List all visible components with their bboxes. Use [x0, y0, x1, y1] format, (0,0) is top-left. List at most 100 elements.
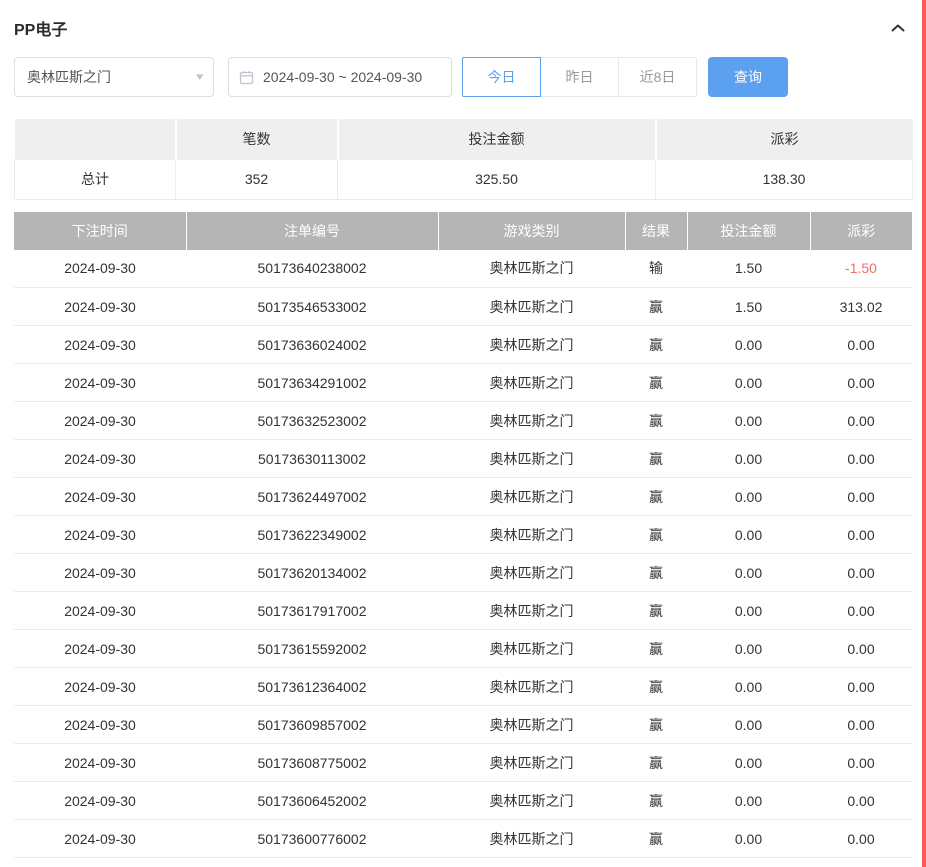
date-cell: 2024-09-30 — [14, 668, 186, 706]
summary-header-count: 笔数 — [176, 119, 338, 159]
summary-payout-value: 138.30 — [656, 159, 913, 199]
date-cell: 2024-09-30 — [14, 592, 186, 630]
game-cell: 奥林匹斯之门 — [438, 668, 625, 706]
game-cell: 奥林匹斯之门 — [438, 782, 625, 820]
order-id-cell: 50173617917002 — [186, 592, 438, 630]
order-id-cell: 50173615592002 — [186, 630, 438, 668]
payout-cell: -1.50 — [810, 250, 912, 288]
order-id-cell: 50173636024002 — [186, 326, 438, 364]
order-id-cell: 50173606452002 — [186, 782, 438, 820]
calendar-icon — [239, 70, 254, 85]
order-id-cell: 50173612364002 — [186, 668, 438, 706]
date-cell: 2024-09-30 — [14, 326, 186, 364]
bet-cell: 0.00 — [687, 478, 810, 516]
payout-cell: 0.00 — [810, 440, 912, 478]
pp-games-panel: PP电子 奥林匹斯之门 ▾ 2024-09-30 ~ — [0, 0, 926, 858]
bet-cell: 0.00 — [687, 592, 810, 630]
order-id-cell: 50173608775002 — [186, 744, 438, 782]
chevron-down-icon: ▾ — [196, 72, 204, 83]
quick-date-button-group: 今日 昨日 近8日 — [462, 57, 697, 97]
game-cell: 奥林匹斯之门 — [438, 288, 625, 326]
game-cell: 奥林匹斯之门 — [438, 744, 625, 782]
result-cell: 赢 — [625, 630, 687, 668]
bet-cell: 0.00 — [687, 782, 810, 820]
result-cell: 赢 — [625, 478, 687, 516]
order-id-cell: 50173546533002 — [186, 288, 438, 326]
summary-header-row: 笔数 投注金额 派彩 — [15, 119, 913, 159]
bet-cell: 0.00 — [687, 402, 810, 440]
bet-cell: 0.00 — [687, 668, 810, 706]
result-cell: 赢 — [625, 820, 687, 858]
result-cell: 赢 — [625, 288, 687, 326]
result-cell: 输 — [625, 250, 687, 288]
payout-cell: 0.00 — [810, 668, 912, 706]
bet-table-header-row: 下注时间 注单编号 游戏类别 结果 投注金额 派彩 — [14, 212, 912, 250]
game-select[interactable]: 奥林匹斯之门 ▾ — [14, 57, 214, 97]
order-id-cell: 50173630113002 — [186, 440, 438, 478]
table-row: 2024-09-3050173620134002奥林匹斯之门赢0.000.00 — [14, 554, 912, 592]
payout-cell: 0.00 — [810, 554, 912, 592]
game-select-value: 奥林匹斯之门 — [27, 67, 111, 87]
result-cell: 赢 — [625, 326, 687, 364]
result-cell: 赢 — [625, 592, 687, 630]
game-cell: 奥林匹斯之门 — [438, 820, 625, 858]
last-8-days-button[interactable]: 近8日 — [618, 57, 697, 97]
date-cell: 2024-09-30 — [14, 782, 186, 820]
result-cell: 赢 — [625, 402, 687, 440]
result-cell: 赢 — [625, 744, 687, 782]
bet-records-table: 下注时间 注单编号 游戏类别 结果 投注金额 派彩 2024-09-305017… — [14, 212, 912, 859]
payout-cell: 0.00 — [810, 592, 912, 630]
header-result: 结果 — [625, 212, 687, 250]
table-row: 2024-09-3050173630113002奥林匹斯之门赢0.000.00 — [14, 440, 912, 478]
search-button[interactable]: 查询 — [708, 57, 788, 97]
date-cell: 2024-09-30 — [14, 250, 186, 288]
game-cell: 奥林匹斯之门 — [438, 592, 625, 630]
table-row: 2024-09-3050173634291002奥林匹斯之门赢0.000.00 — [14, 364, 912, 402]
header-game-category: 游戏类别 — [438, 212, 625, 250]
date-cell: 2024-09-30 — [14, 554, 186, 592]
date-cell: 2024-09-30 — [14, 288, 186, 326]
game-cell: 奥林匹斯之门 — [438, 402, 625, 440]
bet-table-body: 2024-09-3050173640238002奥林匹斯之门输1.50-1.50… — [14, 250, 912, 858]
collapse-panel-button[interactable] — [890, 20, 912, 36]
result-cell: 赢 — [625, 440, 687, 478]
summary-total-row: 总计 352 325.50 138.30 — [15, 159, 913, 199]
result-cell: 赢 — [625, 554, 687, 592]
summary-header-payout: 派彩 — [656, 119, 913, 159]
order-id-cell: 50173622349002 — [186, 516, 438, 554]
summary-count-value: 352 — [176, 159, 338, 199]
result-cell: 赢 — [625, 706, 687, 744]
table-row: 2024-09-3050173636024002奥林匹斯之门赢0.000.00 — [14, 326, 912, 364]
result-cell: 赢 — [625, 782, 687, 820]
game-cell: 奥林匹斯之门 — [438, 706, 625, 744]
table-row: 2024-09-3050173624497002奥林匹斯之门赢0.000.00 — [14, 478, 912, 516]
table-row: 2024-09-3050173615592002奥林匹斯之门赢0.000.00 — [14, 630, 912, 668]
date-cell: 2024-09-30 — [14, 630, 186, 668]
header-bet-amount: 投注金额 — [687, 212, 810, 250]
order-id-cell: 50173632523002 — [186, 402, 438, 440]
date-range-picker[interactable]: 2024-09-30 ~ 2024-09-30 — [228, 57, 452, 97]
yesterday-button[interactable]: 昨日 — [540, 57, 619, 97]
table-row: 2024-09-3050173640238002奥林匹斯之门输1.50-1.50 — [14, 250, 912, 288]
date-cell: 2024-09-30 — [14, 744, 186, 782]
table-row: 2024-09-3050173546533002奥林匹斯之门赢1.50313.0… — [14, 288, 912, 326]
today-button[interactable]: 今日 — [462, 57, 541, 97]
filter-row: 奥林匹斯之门 ▾ 2024-09-30 ~ 2024-09-30 今日 昨日 近… — [14, 57, 912, 97]
date-cell: 2024-09-30 — [14, 516, 186, 554]
result-cell: 赢 — [625, 668, 687, 706]
game-cell: 奥林匹斯之门 — [438, 554, 625, 592]
order-id-cell: 50173634291002 — [186, 364, 438, 402]
summary-total-label: 总计 — [15, 159, 176, 199]
game-cell: 奥林匹斯之门 — [438, 250, 625, 288]
game-cell: 奥林匹斯之门 — [438, 630, 625, 668]
bet-cell: 0.00 — [687, 554, 810, 592]
date-cell: 2024-09-30 — [14, 402, 186, 440]
result-cell: 赢 — [625, 364, 687, 402]
header-payout: 派彩 — [810, 212, 912, 250]
result-cell: 赢 — [625, 516, 687, 554]
bet-cell: 0.00 — [687, 744, 810, 782]
summary-bet-amount-value: 325.50 — [338, 159, 656, 199]
payout-cell: 313.02 — [810, 288, 912, 326]
table-row: 2024-09-3050173612364002奥林匹斯之门赢0.000.00 — [14, 668, 912, 706]
chevron-up-icon — [890, 20, 906, 36]
